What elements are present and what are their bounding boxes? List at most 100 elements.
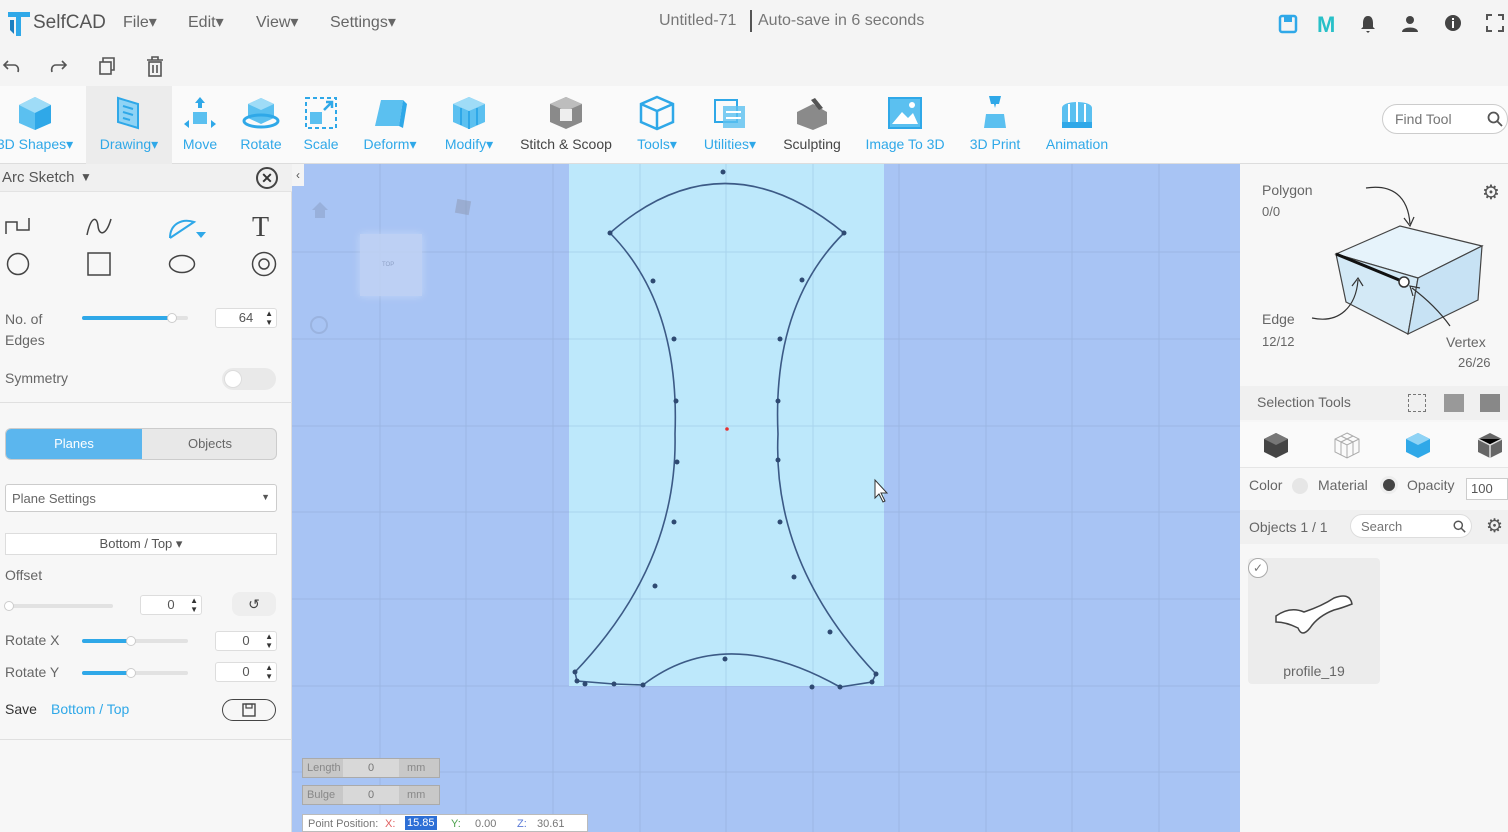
solid-cube-icon[interactable]: [1262, 431, 1290, 459]
tool-deform[interactable]: Deform▾: [352, 86, 428, 164]
tool-rotate[interactable]: Rotate: [232, 86, 290, 164]
object-card[interactable]: ✓ profile_19: [1248, 558, 1380, 684]
properties-panel: Polygon 0/0 ⚙ Edge 12/12 Vertex 26/26 Se…: [1240, 164, 1508, 832]
arc-tool-icon[interactable]: [168, 216, 208, 247]
plane-object-tabs: Planes Objects: [5, 428, 277, 460]
scale-icon: [305, 97, 337, 129]
tool-utilities[interactable]: Utilities▾: [694, 86, 766, 164]
save-plane-button[interactable]: [222, 699, 276, 721]
save-plane-target[interactable]: Bottom / Top: [51, 701, 129, 717]
plane-direction-dropdown[interactable]: Bottom / Top ▾: [5, 533, 277, 555]
rectangle-tool-icon[interactable]: [87, 252, 111, 281]
info-icon[interactable]: [1444, 14, 1462, 37]
y-position-input[interactable]: 0.00: [475, 818, 496, 830]
edges-stepper[interactable]: 64 ▲ ▼: [215, 308, 277, 328]
edge-label: Edge: [1262, 311, 1295, 327]
tool-modify[interactable]: Modify▾: [432, 86, 506, 164]
tool-3d-shapes[interactable]: 3D Shapes▾: [0, 86, 80, 164]
opacity-input[interactable]: 100: [1466, 478, 1508, 500]
box-select-icon[interactable]: [1408, 394, 1426, 412]
viewport-canvas[interactable]: [292, 164, 1240, 832]
select-all-icon[interactable]: [1444, 394, 1464, 412]
orbit-icon[interactable]: [310, 316, 328, 334]
edges-slider[interactable]: [82, 313, 188, 323]
view-mode-icon[interactable]: [454, 198, 472, 216]
tab-planes[interactable]: Planes: [6, 429, 142, 459]
object-checkmark-icon[interactable]: ✓: [1248, 558, 1268, 578]
edge-count: 12/12: [1262, 334, 1295, 349]
selection-mode-cube[interactable]: [1300, 184, 1490, 354]
bulge-field[interactable]: Bulge 0 mm: [302, 785, 440, 805]
symmetry-toggle[interactable]: [222, 368, 276, 390]
rotate-y-slider-handle[interactable]: [126, 668, 136, 678]
tool-animation[interactable]: Animation: [1038, 86, 1116, 164]
3d-print-icon: [984, 96, 1006, 128]
color-swatch[interactable]: [1292, 478, 1308, 494]
view-cube[interactable]: TOP: [360, 234, 422, 296]
rotate-y-stepper[interactable]: 0 ▲ ▼: [215, 662, 277, 682]
find-tool-input[interactable]: [1395, 110, 1479, 128]
app-logo-text: SelfCAD: [33, 12, 106, 33]
x-position-input[interactable]: 15.85: [405, 816, 437, 830]
offset-reset-icon[interactable]: ↺: [232, 592, 276, 616]
rotate-x-stepper[interactable]: 0 ▲ ▼: [215, 631, 277, 651]
copy-icon[interactable]: [97, 56, 117, 81]
material-icon[interactable]: [1380, 476, 1398, 494]
tool-scale[interactable]: Scale: [294, 86, 348, 164]
wireframe-cube-icon[interactable]: [1333, 431, 1361, 459]
tool-tools[interactable]: Tools▾: [628, 86, 686, 164]
shaded-cube-icon[interactable]: [1404, 431, 1432, 459]
tool-3d-print[interactable]: 3D Print: [962, 86, 1028, 164]
redo-icon[interactable]: [48, 56, 68, 81]
rotate-x-slider[interactable]: [82, 636, 188, 646]
home-view-icon[interactable]: [310, 200, 330, 220]
close-icon[interactable]: ✕: [256, 167, 278, 189]
objects-search-input[interactable]: [1361, 518, 1447, 534]
offset-slider-handle[interactable]: [4, 601, 14, 611]
search-icon[interactable]: [1453, 520, 1466, 533]
bell-icon[interactable]: [1359, 14, 1377, 39]
save-icon[interactable]: [1278, 14, 1298, 39]
tool-move[interactable]: Move: [172, 86, 228, 164]
user-icon[interactable]: [1401, 14, 1419, 39]
tool-drawing[interactable]: Drawing▾: [86, 86, 172, 164]
offset-slider[interactable]: [4, 601, 113, 611]
curve-tool-icon[interactable]: [86, 216, 112, 243]
xray-cube-icon[interactable]: [1476, 431, 1504, 459]
tool-image-to-3d[interactable]: Image To 3D: [858, 86, 952, 164]
menu-view[interactable]: View▾: [256, 12, 298, 32]
menu-edit[interactable]: Edit▾: [188, 12, 224, 32]
objects-settings-gear-icon[interactable]: ⚙: [1486, 515, 1503, 538]
ellipse-tool-icon[interactable]: [168, 254, 196, 279]
main-toolbar: 3D Shapes▾ Drawing▾ Move Rotate Scale De…: [0, 86, 1508, 164]
menu-file[interactable]: File▾: [123, 12, 157, 32]
z-position-input[interactable]: 30.61: [537, 818, 565, 830]
tool-stitch-scoop[interactable]: Stitch & Scoop: [512, 86, 620, 164]
plane-settings-select[interactable]: Plane Settings ▼: [5, 484, 277, 512]
offset-stepper[interactable]: 0 ▲ ▼: [140, 595, 202, 615]
find-tool-box[interactable]: [1382, 104, 1508, 134]
ring-tool-icon[interactable]: [251, 251, 277, 282]
tool-sculpting[interactable]: Sculpting: [776, 86, 848, 164]
trash-icon[interactable]: [146, 56, 164, 83]
select-invert-icon[interactable]: [1480, 394, 1500, 412]
document-title[interactable]: Untitled-71: [659, 12, 736, 30]
rotate-x-slider-handle[interactable]: [126, 636, 136, 646]
fullscreen-icon[interactable]: [1486, 14, 1504, 37]
panel-title-dropdown-icon[interactable]: ▼: [80, 170, 92, 184]
edges-slider-handle[interactable]: [167, 313, 177, 323]
menu-settings[interactable]: Settings▾: [330, 12, 396, 32]
polyline-tool-icon[interactable]: [5, 216, 31, 241]
m-brand-icon[interactable]: M: [1317, 12, 1335, 38]
text-tool-icon[interactable]: T: [252, 212, 269, 244]
search-icon[interactable]: [1487, 111, 1503, 132]
tab-objects[interactable]: Objects: [142, 429, 276, 459]
circle-tool-icon[interactable]: [6, 252, 30, 281]
display-mode-bar: [1240, 422, 1508, 468]
collapse-panel-icon[interactable]: ‹: [292, 164, 304, 186]
rotate-y-slider[interactable]: [82, 668, 188, 678]
undo-icon[interactable]: [2, 56, 22, 81]
3d-viewport[interactable]: ‹ TOP Length 0 mm Bulge 0 mm Point Posit…: [292, 164, 1240, 832]
objects-search-box[interactable]: [1350, 514, 1472, 538]
length-field[interactable]: Length 0 mm: [302, 758, 440, 778]
